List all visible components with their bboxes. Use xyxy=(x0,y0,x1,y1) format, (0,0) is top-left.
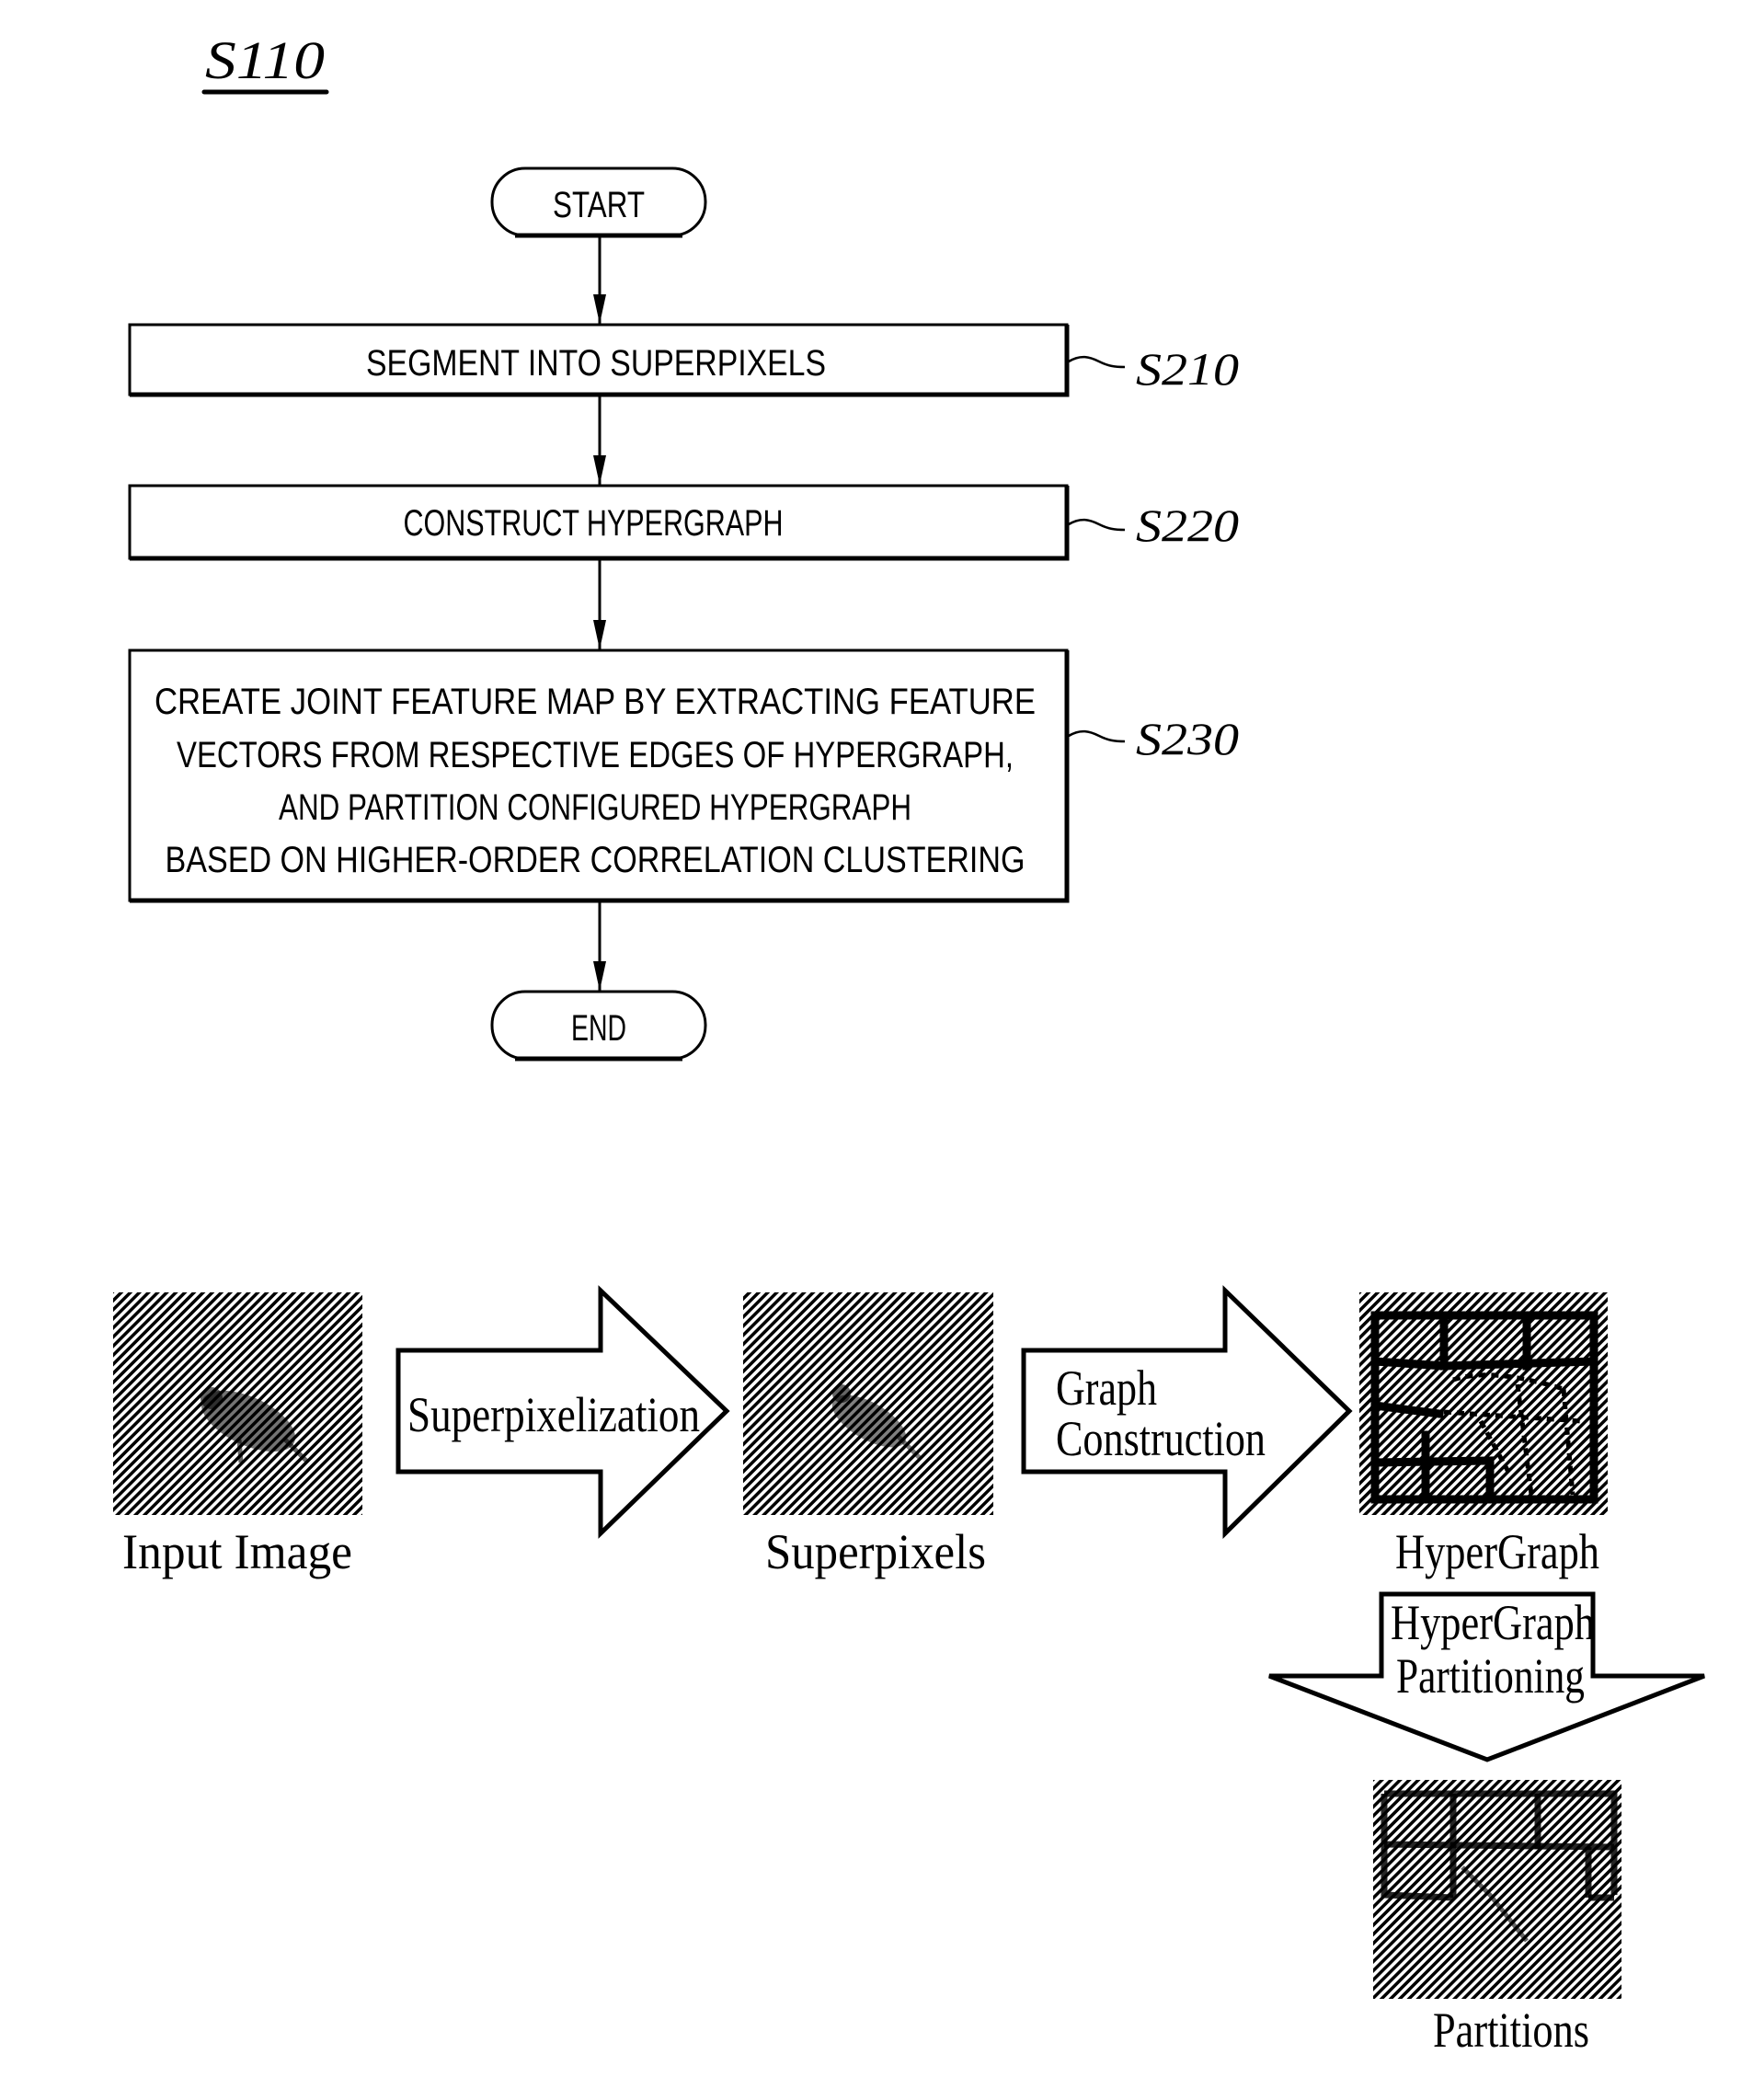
stage-input-image: Input Image xyxy=(113,1292,362,1579)
partitions-label: Partitions xyxy=(1433,2002,1589,2058)
figure-label: S110 xyxy=(201,30,329,95)
step-s230-text-line-3: AND PARTITION CONFIGURED HYPERGRAPH xyxy=(279,787,911,828)
stage-superpixels: Superpixels xyxy=(743,1292,993,1579)
start-terminal: START xyxy=(490,166,707,238)
step-s220-ref: S220 xyxy=(1136,499,1239,551)
step-s230-text-line-1: CREATE JOINT FEATURE MAP BY EXTRACTING F… xyxy=(155,682,1036,722)
partitions-thumbnail xyxy=(1373,1780,1621,1999)
step-s220: CONSTRUCT HYPERGRAPH S220 xyxy=(128,484,1239,561)
step-s210: SEGMENT INTO SUPERPIXELS S210 xyxy=(128,323,1239,397)
superpixels-label: Superpixels xyxy=(765,1524,986,1579)
patent-figure: S110 START SEGMENT INTO SUPERPIXELS S210… xyxy=(113,30,1705,2058)
hypergraph-label: HyperGraph xyxy=(1395,1524,1599,1579)
end-label: END xyxy=(571,1008,626,1049)
step-s230-text-line-2: VECTORS FROM RESPECTIVE EDGES OF HYPERGR… xyxy=(177,735,1014,775)
leader-tilde-icon xyxy=(1068,518,1126,532)
arrow-superpixelization-label: Superpixelization xyxy=(407,1387,700,1442)
step-s220-text: CONSTRUCT HYPERGRAPH xyxy=(404,503,784,544)
stage-partitions: Partitions xyxy=(1373,1780,1621,2058)
step-s230-ref: S230 xyxy=(1136,713,1239,764)
step-s210-ref: S210 xyxy=(1136,343,1239,395)
arrow-superpixelization: Superpixelization xyxy=(395,1285,730,1539)
arrowhead-icon xyxy=(593,455,606,485)
end-terminal: END xyxy=(490,990,707,1061)
leader-tilde-icon xyxy=(1068,355,1126,369)
arrow-graph-construction-label-line-1: Graph xyxy=(1056,1360,1157,1416)
arrow-hypergraph-partitioning-label-line-1: HyperGraph xyxy=(1391,1595,1595,1650)
stage-hypergraph: HyperGraph xyxy=(1359,1292,1608,1579)
arrowhead-icon xyxy=(593,961,606,991)
input-image-label: Input Image xyxy=(122,1524,352,1579)
leader-tilde-icon xyxy=(1068,729,1126,743)
arrow-hypergraph-partitioning-label-line-2: Partitioning xyxy=(1396,1648,1585,1704)
arrow-graph-construction: Graph Construction xyxy=(1021,1285,1353,1539)
arrow-graph-construction-label-line-2: Construction xyxy=(1056,1411,1266,1466)
arrowhead-icon xyxy=(593,620,606,649)
arrow-hypergraph-partitioning: HyperGraph Partitioning xyxy=(1268,1591,1705,1762)
step-s230-text-line-4: BASED ON HIGHER-ORDER CORRELATION CLUSTE… xyxy=(166,840,1025,880)
start-label: START xyxy=(553,185,645,225)
step-s230: CREATE JOINT FEATURE MAP BY EXTRACTING F… xyxy=(128,648,1239,903)
step-s210-text: SEGMENT INTO SUPERPIXELS xyxy=(366,343,826,384)
arrowhead-icon xyxy=(593,294,606,324)
figure-label-text: S110 xyxy=(205,30,325,90)
